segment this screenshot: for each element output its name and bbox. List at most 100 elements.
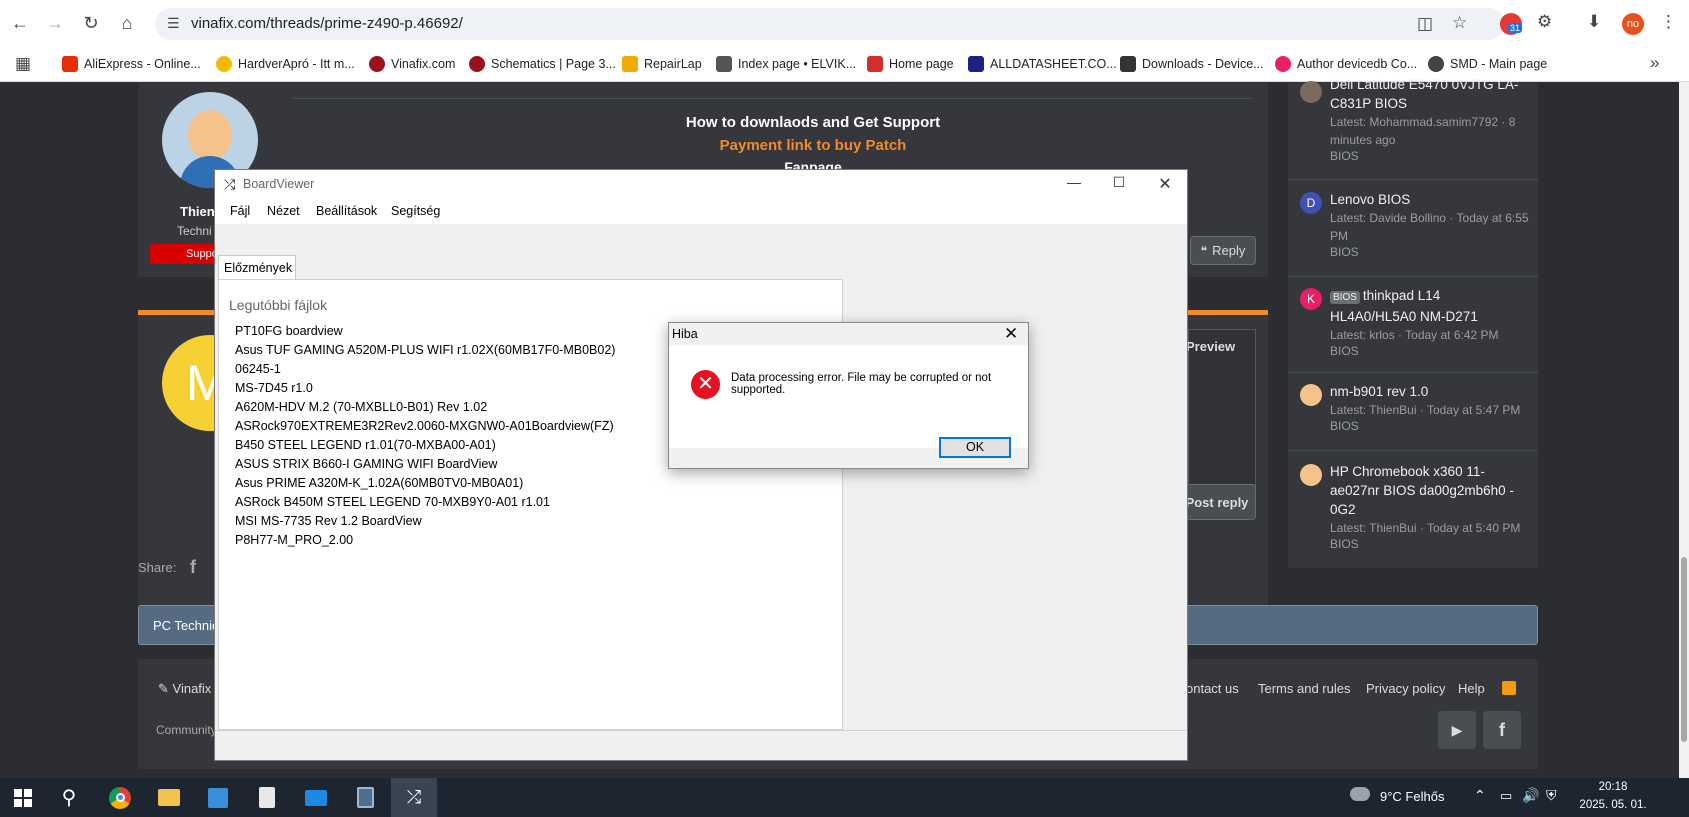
user-name[interactable]: Thien	[180, 204, 215, 219]
sidebar-thread-nm-b901[interactable]: nm-b901 rev 1.0 Latest: ThienBui · Today…	[1300, 382, 1530, 433]
reply-button[interactable]: ❝ Reply	[1190, 236, 1256, 265]
dialog-title: Hiba	[672, 327, 698, 341]
breadcrumb-item[interactable]: PC Technic	[153, 618, 219, 633]
recent-files-heading: Legutóbbi fájlok	[229, 297, 328, 313]
download-icon[interactable]: ⬇	[1587, 12, 1601, 32]
clock-date[interactable]: 2025. 05. 01.	[1570, 799, 1656, 811]
recent-file-item[interactable]: 06245-1	[235, 362, 281, 376]
sidebar-thread-thinkpad[interactable]: K BIOS thinkpad L14 HL4A0/HL5A0 NM-D271 L…	[1300, 286, 1530, 358]
recent-file-item[interactable]: MSI MS-7735 Rev 1.2 BoardView	[235, 514, 422, 528]
menu-kebab-icon[interactable]: ⋮	[1660, 12, 1677, 32]
footer-privacy-link[interactable]: Privacy policy	[1366, 681, 1445, 696]
footer-help-link[interactable]: Help	[1458, 681, 1485, 696]
security-shield-icon[interactable]: ⛨	[1546, 787, 1557, 804]
tab-history[interactable]: Előzmények	[218, 255, 296, 280]
weather-text[interactable]: 9°C Felhős	[1380, 789, 1444, 804]
menu-file[interactable]: Fájl	[230, 204, 250, 218]
recent-file-item[interactable]: P8H77-M_PRO_2.00	[235, 533, 353, 547]
user-avatar-icon	[1300, 81, 1322, 103]
extensions-icon[interactable]: ⚙	[1537, 12, 1552, 32]
clock-time[interactable]: 20:18	[1588, 781, 1638, 793]
footer-brand[interactable]: ✎ Vinafix	[158, 681, 211, 697]
facebook-share-icon[interactable]: f	[190, 557, 196, 578]
sidebar-thread-lenovo[interactable]: D Lenovo BIOS Latest: Davide Bollino · T…	[1300, 190, 1530, 259]
quote-icon: ❝	[1200, 243, 1208, 258]
menu-view[interactable]: Nézet	[267, 204, 300, 218]
tray-chevron-icon[interactable]: ⌃	[1474, 787, 1486, 804]
minimize-icon[interactable]: —	[1052, 174, 1096, 196]
youtube-icon[interactable]: ▶	[1438, 711, 1476, 749]
bookmark-vinafix[interactable]: Vinafix.com	[369, 53, 455, 75]
menu-settings[interactable]: Beállítások	[316, 204, 377, 218]
home-icon[interactable]: ⌂	[112, 8, 142, 38]
facebook-icon[interactable]: f	[1483, 711, 1521, 749]
sidebar-divider	[1288, 372, 1538, 373]
user-title: Techni	[177, 224, 212, 238]
reload-icon[interactable]: ↻	[76, 8, 106, 38]
signature-line-3[interactable]: Fanpage	[638, 159, 988, 169]
footer-terms-link[interactable]: Terms and rules	[1258, 681, 1350, 696]
bookmark-author-devicedb[interactable]: Author devicedb Co...	[1275, 53, 1417, 75]
footer-community[interactable]: Community	[156, 723, 217, 737]
recent-file-item[interactable]: A620M-HDV M.2 (70-MXBLL0-B01) Rev 1.02	[235, 400, 487, 414]
site-info-icon[interactable]: ☰	[167, 15, 180, 32]
recent-file-item[interactable]: ASRock B450M STEEL LEGEND 70-MXB9Y0-A01 …	[235, 495, 550, 509]
recent-file-item[interactable]: PT10FG boardview	[235, 324, 343, 338]
hardverapro-favicon-icon	[216, 56, 232, 72]
bookmark-elvik[interactable]: Index page • ELVIK...	[716, 53, 856, 75]
recent-file-item[interactable]: ASUS STRIX B660-I GAMING WIFI BoardView	[235, 457, 497, 471]
recent-file-item[interactable]: Asus PRIME A320M-K_1.02A(60MB0TV0-MB0A01…	[235, 476, 523, 490]
post-reply-button[interactable]: Post reply	[1178, 484, 1256, 520]
mail-icon[interactable]	[293, 778, 339, 817]
brush-icon: ✎	[158, 681, 173, 696]
dialog-close-icon[interactable]: ✕	[1004, 324, 1018, 344]
bookmark-repairlap[interactable]: RepairLap	[622, 53, 702, 75]
boardviewer-titlebar[interactable]: ⤮ BoardViewer — ☐ ✕	[215, 170, 1187, 200]
recent-file-item[interactable]: B450 STEEL LEGEND r1.01(70-MXBA00-A01)	[235, 438, 496, 452]
menu-help[interactable]: Segítség	[391, 204, 440, 218]
close-icon[interactable]: ✕	[1143, 174, 1187, 196]
bookmark-home-page[interactable]: Home page	[867, 53, 954, 75]
boardviewer-taskbar-icon[interactable]: ⤮	[391, 778, 437, 817]
search-icon[interactable]: ⚲	[46, 778, 92, 817]
volume-icon[interactable]: 🔊	[1522, 787, 1539, 804]
bookmark-aliexpress[interactable]: AliExpress - Online...	[62, 53, 201, 75]
calculator-icon[interactable]	[342, 778, 388, 817]
chrome-icon[interactable]	[97, 778, 143, 817]
recent-file-item[interactable]: MS-7D45 r1.0	[235, 381, 313, 395]
store-icon[interactable]	[195, 778, 241, 817]
bookmark-smd[interactable]: SMD - Main page	[1428, 53, 1547, 75]
start-windows-icon[interactable]	[0, 778, 46, 817]
file-explorer-icon[interactable]	[146, 778, 192, 817]
bookmark-star-icon[interactable]: ☆	[1452, 13, 1467, 33]
translate-icon[interactable]: ◫	[1417, 14, 1433, 34]
sidebar-divider	[1288, 179, 1538, 180]
address-bar[interactable]: ☰ vinafix.com/threads/prime-z490-p.46692…	[155, 8, 1505, 40]
apps-grid-icon[interactable]: ▦	[15, 54, 31, 74]
rss-icon[interactable]	[1502, 681, 1516, 695]
sidebar-thread-hp-chromebook[interactable]: HP Chromebook x360 11-ae027nr BIOS da00g…	[1300, 462, 1530, 551]
url-text: vinafix.com/threads/prime-z490-p.46692/	[191, 15, 463, 32]
sidebar-thread-dell[interactable]: Dell Latitude E5470 0VJTG LA-C831P BIOS …	[1300, 75, 1530, 163]
ok-button[interactable]: OK	[939, 437, 1011, 458]
profile-avatar[interactable]: no	[1622, 13, 1644, 35]
bookmark-schematics[interactable]: Schematics | Page 3...	[469, 53, 616, 75]
bookmark-hardverapro[interactable]: HardverApró - Itt m...	[216, 53, 355, 75]
bookmark-alldatasheet[interactable]: ALLDATASHEET.CO...	[968, 53, 1117, 75]
recent-file-item[interactable]: Asus TUF GAMING A520M-PLUS WIFI r1.02X(6…	[235, 343, 615, 357]
recent-file-item[interactable]: ASRock970EXTREME3R2Rev2.0060-MXGNW0-A01B…	[235, 419, 614, 433]
maximize-icon[interactable]: ☐	[1097, 174, 1141, 196]
calendar-extension-icon[interactable]: 31	[1500, 13, 1523, 35]
back-icon[interactable]: ←	[5, 8, 35, 38]
signature-line-2[interactable]: Payment link to buy Patch	[638, 137, 988, 154]
document-icon[interactable]	[244, 778, 290, 817]
user-avatar-icon	[1300, 384, 1322, 406]
scrollbar-thumb[interactable]	[1681, 557, 1687, 742]
network-icon[interactable]: ▭	[1500, 788, 1512, 804]
page-scrollbar[interactable]	[1679, 82, 1689, 778]
preview-button[interactable]: Preview	[1186, 339, 1235, 354]
bookmark-downloads[interactable]: Downloads - Device...	[1120, 53, 1264, 75]
forward-icon[interactable]: →	[40, 8, 70, 38]
footer-contact-link[interactable]: ontact us	[1186, 681, 1239, 696]
more-bookmarks-icon[interactable]: »	[1650, 53, 1659, 73]
